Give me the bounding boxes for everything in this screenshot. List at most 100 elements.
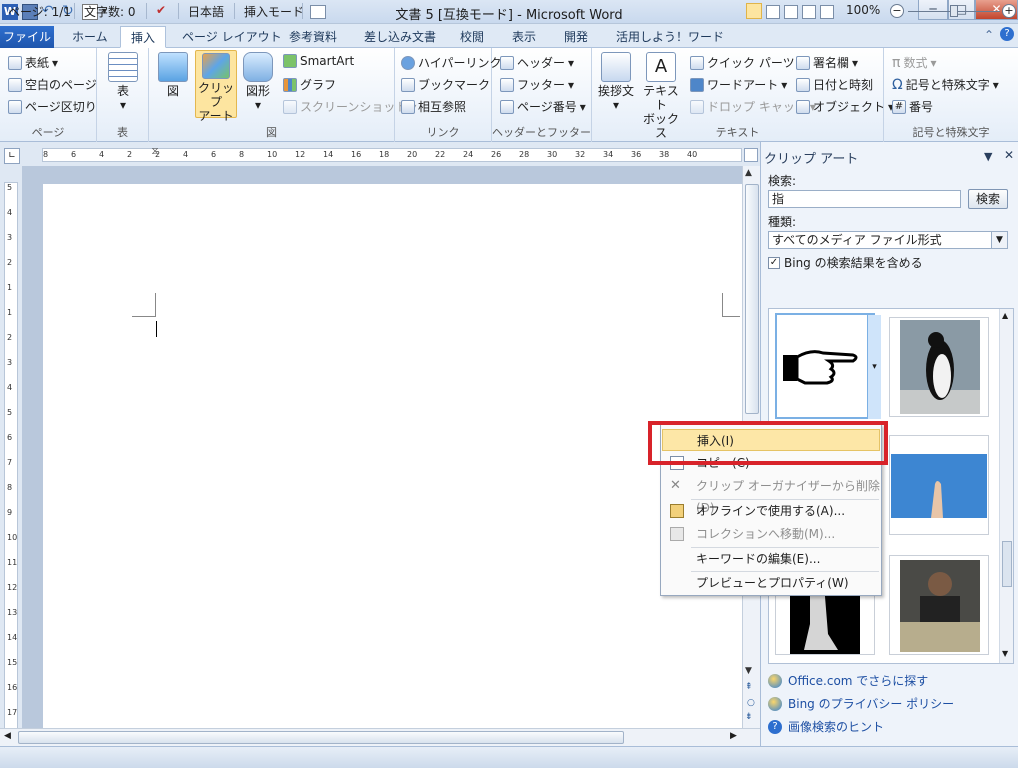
full-screen-view-icon[interactable] xyxy=(766,5,780,19)
result-person-table[interactable] xyxy=(889,555,989,655)
result-finger-sky[interactable] xyxy=(889,435,989,535)
globe-icon xyxy=(768,673,782,688)
smartart-button[interactable]: SmartArt xyxy=(283,54,354,68)
help-icon[interactable]: ? xyxy=(1000,27,1014,41)
ribbon-collapse-icon[interactable]: ⌃ xyxy=(984,28,994,42)
results-scroll-down-icon[interactable]: ▼ xyxy=(1002,649,1008,658)
ruler-tick-label: 14 xyxy=(323,150,334,159)
status-insert-mode[interactable]: 挿入モード xyxy=(244,3,304,20)
tab-home[interactable]: ホーム xyxy=(66,26,114,48)
media-type-select[interactable]: すべてのメディア ファイル形式 ▼ xyxy=(768,231,1008,249)
number-button[interactable]: # 番号 xyxy=(892,98,933,115)
wordart-button[interactable]: ワードアート ▾ xyxy=(690,76,787,93)
cross-reference-button[interactable]: 相互参照 xyxy=(401,98,466,115)
tab-references[interactable]: 参考資料 xyxy=(283,26,343,48)
proofing-icon[interactable]: ✔ xyxy=(156,3,166,17)
tab-file[interactable]: ファイル xyxy=(0,26,54,48)
picture-button[interactable]: 図 xyxy=(155,52,191,98)
result-penguin[interactable] xyxy=(889,317,989,417)
search-button[interactable]: 検索 xyxy=(968,189,1008,209)
tab-selector-icon[interactable]: ∟ xyxy=(4,148,20,164)
pane-close-icon[interactable]: ✕ xyxy=(1004,148,1014,162)
blank-page-button[interactable]: 空白のページ xyxy=(8,76,97,93)
object-button[interactable]: オブジェクト▾ xyxy=(796,98,894,115)
chart-button[interactable]: グラフ xyxy=(283,76,336,93)
shapes-button[interactable]: 図形 ▾ xyxy=(241,52,275,112)
tab-insert[interactable]: 挿入 xyxy=(120,26,166,48)
previous-page-icon[interactable]: ⇞ xyxy=(745,682,753,692)
status-page[interactable]: ページ: 1/1 xyxy=(8,3,71,20)
result-pointing-hand[interactable]: ▾ xyxy=(775,313,881,419)
bookmark-button[interactable]: ブックマーク xyxy=(401,76,490,93)
menu-item-preview[interactable]: プレビューとプロパティ(W) xyxy=(662,572,880,594)
ruler-tick-label: 34 xyxy=(603,150,614,159)
scroll-down-icon[interactable]: ▼ xyxy=(745,666,752,676)
equation-button[interactable]: π 数式 ▾ xyxy=(892,54,936,71)
vertical-ruler[interactable]: 5 4 3 2 1 1 2 3 4 5 6 7 8 9 10 11 12 13 14 15 16 17 xyxy=(4,182,18,730)
checkbox-icon[interactable]: ✓ xyxy=(768,256,780,269)
symbol-button[interactable]: Ω 記号と特殊文字 ▾ xyxy=(892,76,999,93)
horizontal-ruler[interactable]: 8 6 4 2 2 4 6 8 10 12 14 16 18 20 22 24 26 28 30 32 34 36 38 40 xyxy=(42,148,742,162)
horizontal-scrollbar[interactable]: ◀ ▶ xyxy=(0,728,760,746)
finger-sky-image xyxy=(891,454,987,518)
outline-view-icon[interactable] xyxy=(802,5,816,19)
macro-record-icon[interactable] xyxy=(310,5,326,19)
tab-mailings[interactable]: 差し込み文書 xyxy=(358,26,442,48)
tab-view[interactable]: 表示 xyxy=(506,26,542,48)
zoom-slider-thumb[interactable] xyxy=(950,5,958,17)
hscrollbar-thumb[interactable] xyxy=(18,731,624,744)
minimize-button[interactable]: ─ xyxy=(918,0,948,20)
results-scroll-up-icon[interactable]: ▲ xyxy=(1002,311,1008,320)
bing-privacy-link[interactable]: Bing のプライバシー ポリシー xyxy=(768,695,954,712)
item-menu-arrow-icon[interactable]: ▾ xyxy=(867,315,881,419)
status-word-count[interactable]: 文字数: 0 xyxy=(84,3,136,20)
menu-item-offline[interactable]: オフラインで使用する(A)... xyxy=(662,500,880,522)
tab-developer[interactable]: 開発 xyxy=(558,26,594,48)
office-com-link[interactable]: Office.com でさらに探す xyxy=(768,672,928,689)
quick-parts-button[interactable]: クイック パーツ▾ xyxy=(690,54,804,71)
header-button[interactable]: ヘッダー ▾ xyxy=(500,54,574,71)
dropdown-arrow-icon[interactable]: ▼ xyxy=(991,232,1007,248)
greeting-icon xyxy=(601,52,631,82)
page-number-button[interactable]: ページ番号 ▾ xyxy=(500,98,586,115)
search-input[interactable]: 指 xyxy=(768,190,961,208)
table-button[interactable]: 表 ▾ xyxy=(105,52,141,112)
hyperlink-button[interactable]: ハイパーリンク xyxy=(401,54,502,71)
ribbon: 表紙 ▾ 空白のページ ページ区切り ページ 表 ▾ 表 図 クリップ アート 図形… xyxy=(0,48,1018,142)
menu-item-delete[interactable]: ✕ クリップ オーガナイザーから削除(D) xyxy=(662,475,880,516)
web-layout-view-icon[interactable] xyxy=(784,5,798,19)
ruler-tick-label: 36 xyxy=(631,150,642,159)
greeting-button[interactable]: 挨拶文 ▾ xyxy=(596,52,636,112)
next-page-icon[interactable]: ⇟ xyxy=(745,712,753,722)
status-language[interactable]: 日本語 xyxy=(188,3,224,20)
date-time-button[interactable]: 日付と時刻 xyxy=(796,76,873,93)
pane-options-icon[interactable]: ▼ xyxy=(984,150,992,163)
indent-marker[interactable]: ⧖ xyxy=(150,146,160,164)
zoom-level[interactable]: 100% xyxy=(846,3,880,17)
draft-view-icon[interactable] xyxy=(820,5,834,19)
scroll-up-icon[interactable]: ▲ xyxy=(745,168,752,178)
clipart-button[interactable]: クリップ アート xyxy=(195,50,237,123)
print-layout-view-icon[interactable] xyxy=(746,3,762,19)
search-tips-link[interactable]: ? 画像検索のヒント xyxy=(768,718,884,735)
results-scrollbar[interactable]: ▲ ▼ xyxy=(999,309,1013,663)
results-scroll-thumb[interactable] xyxy=(1002,541,1012,587)
bing-option[interactable]: ✓ Bing の検索結果を含める xyxy=(768,254,923,271)
menu-item-move[interactable]: コレクションへ移動(M)... xyxy=(662,523,880,545)
zoom-out-icon[interactable]: − xyxy=(890,4,904,18)
view-ruler-icon[interactable] xyxy=(744,148,758,162)
scroll-right-icon[interactable]: ▶ xyxy=(730,731,737,741)
zoom-in-icon[interactable]: + xyxy=(1002,4,1016,18)
scroll-left-icon[interactable]: ◀ xyxy=(4,731,11,741)
browse-object-icon[interactable]: ○ xyxy=(747,698,755,708)
cover-page-button[interactable]: 表紙 ▾ xyxy=(8,54,58,71)
document-page[interactable] xyxy=(43,184,742,730)
signature-line-button[interactable]: 署名欄 ▾ xyxy=(796,54,858,71)
tab-review[interactable]: 校閲 xyxy=(454,26,490,48)
menu-item-edit-keywords[interactable]: キーワードの編集(E)... xyxy=(662,548,880,570)
tab-katsuyou-word[interactable]: 活用しよう！ワード xyxy=(610,26,730,48)
tab-page-layout[interactable]: ページ レイアウト xyxy=(176,26,288,48)
page-break-button[interactable]: ページ区切り xyxy=(8,98,97,115)
scrollbar-thumb[interactable] xyxy=(745,184,759,414)
footer-button[interactable]: フッター ▾ xyxy=(500,76,574,93)
